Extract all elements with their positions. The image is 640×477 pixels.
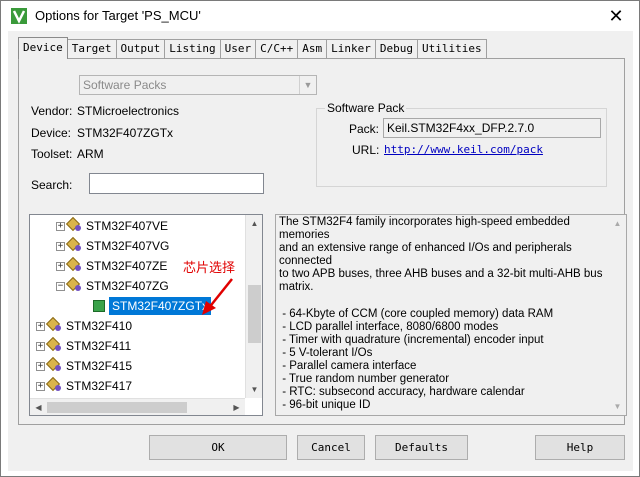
tree-item[interactable]: + STM32F411 <box>36 336 131 356</box>
device-database-combo[interactable]: Software Packs ▼ <box>79 75 317 95</box>
window-title: Options for Target 'PS_MCU' <box>35 8 201 23</box>
annotation-arrow-icon <box>202 278 233 315</box>
tree-item-label: STM32F411 <box>66 339 132 353</box>
toolset-label: Toolset: <box>31 147 73 161</box>
tree-horizontal-scrollbar[interactable]: ◀ ▶ <box>30 398 245 415</box>
close-button[interactable]: ✕ <box>593 1 639 31</box>
expand-icon[interactable]: + <box>36 321 45 331</box>
scroll-down-icon[interactable]: ▼ <box>246 381 262 398</box>
title-bar[interactable]: Options for Target 'PS_MCU' ✕ <box>1 1 639 31</box>
collapse-icon[interactable]: − <box>56 281 65 291</box>
tree-vertical-scrollbar[interactable]: ▲ ▼ <box>245 215 262 398</box>
device-family-icon <box>65 256 83 273</box>
description-text: The STM32F4 family incorporates high-spe… <box>279 216 603 412</box>
options-dialog: Options for Target 'PS_MCU' ✕ Device Tar… <box>0 0 640 477</box>
scroll-up-icon[interactable]: ▲ <box>609 215 626 232</box>
device-family-icon <box>45 316 63 333</box>
keil-app-icon <box>11 8 27 24</box>
expand-icon[interactable]: + <box>56 241 65 251</box>
device-family-icon <box>65 276 83 293</box>
device-tab-panel: Software Packs ▼ Vendor: STMicroelectron… <box>18 58 627 425</box>
scroll-up-icon[interactable]: ▲ <box>246 215 262 232</box>
scroll-left-icon[interactable]: ◀ <box>30 399 47 415</box>
device-family-icon <box>45 336 63 353</box>
tab-debug[interactable]: Debug <box>374 39 418 59</box>
url-label: URL: <box>352 143 380 157</box>
tree-item-label: STM32F410 <box>66 319 133 333</box>
tree-item[interactable]: + STM32F417 <box>36 376 132 396</box>
tab-listing[interactable]: Listing <box>164 39 221 59</box>
tree-item-label: STM32F417 <box>66 379 133 393</box>
tree-item[interactable]: + STM32F410 <box>36 316 132 336</box>
dialog-client: Device Target Output Listing User C/C++ … <box>8 31 633 471</box>
tree-item-label: STM32F407ZGTx <box>109 297 212 315</box>
device-chip-icon <box>93 300 105 312</box>
device-value: STM32F407ZGTx <box>77 126 174 140</box>
device-family-icon <box>65 236 83 253</box>
expand-icon[interactable]: + <box>36 361 45 371</box>
annotation-label: 芯片选择 <box>183 261 236 276</box>
close-icon: ✕ <box>608 5 624 26</box>
tab-utilities[interactable]: Utilities <box>416 39 487 59</box>
tree-item-label: STM32F407ZE <box>86 259 168 273</box>
search-label: Search: <box>31 178 73 192</box>
device-family-icon <box>45 356 63 373</box>
scroll-down-icon[interactable]: ▼ <box>609 398 626 415</box>
vendor-value: STMicroelectronics <box>77 104 180 118</box>
tree-item[interactable]: + STM32F407ZE <box>56 256 167 276</box>
tab-target[interactable]: Target <box>66 39 117 59</box>
expand-icon[interactable]: + <box>36 341 45 351</box>
tree-item-label: STM32F407ZG <box>86 279 169 293</box>
tree-item-selected[interactable]: STM32F407ZGTx <box>93 296 212 316</box>
toolset-value: ARM <box>77 147 104 161</box>
combo-value: Software Packs <box>83 78 167 92</box>
cancel-button[interactable]: Cancel <box>297 435 365 460</box>
tab-strip: Device Target Output Listing User C/C++ … <box>18 37 487 59</box>
device-description: The STM32F4 family incorporates high-spe… <box>275 214 627 416</box>
device-label: Device: <box>31 126 72 140</box>
tree-item-label: STM32F407VG <box>86 239 170 253</box>
ok-button[interactable]: OK <box>149 435 287 460</box>
scroll-thumb[interactable] <box>47 402 187 413</box>
tree-item-label: STM32F407VE <box>86 219 169 233</box>
search-input[interactable] <box>89 173 264 194</box>
tab-c-cpp[interactable]: C/C++ <box>255 39 299 59</box>
tab-device[interactable]: Device <box>18 37 68 59</box>
description-scrollbar[interactable]: ▲ ▼ <box>609 215 626 415</box>
tab-user[interactable]: User <box>219 39 257 59</box>
expand-icon[interactable]: + <box>56 221 65 231</box>
software-pack-title: Software Pack <box>325 101 407 115</box>
chevron-down-icon[interactable]: ▼ <box>299 76 316 94</box>
scroll-right-icon[interactable]: ▶ <box>228 399 245 415</box>
tab-linker[interactable]: Linker <box>326 39 376 59</box>
tree-item[interactable]: + STM32F415 <box>36 356 132 376</box>
scroll-thumb[interactable] <box>248 285 261 343</box>
expand-icon[interactable]: + <box>36 381 45 391</box>
expand-icon[interactable]: + <box>56 261 65 271</box>
defaults-button[interactable]: Defaults <box>375 435 468 460</box>
tree-item[interactable]: + STM32F407VG <box>56 236 169 256</box>
vendor-label: Vendor: <box>31 104 73 118</box>
pack-field: Keil.STM32F4xx_DFP.2.7.0 <box>383 118 601 138</box>
tab-asm[interactable]: Asm <box>297 39 328 59</box>
device-family-icon <box>65 216 83 233</box>
pack-url-link[interactable]: http://www.keil.com/pack <box>384 143 543 156</box>
tree-item[interactable]: − STM32F407ZG <box>56 276 169 296</box>
help-button[interactable]: Help <box>535 435 625 460</box>
pack-label: Pack: <box>349 122 380 136</box>
tree-item[interactable]: + STM32F407VE <box>56 216 168 236</box>
tree-item-label: STM32F415 <box>66 359 133 373</box>
device-family-icon <box>45 376 63 393</box>
tab-output[interactable]: Output <box>115 39 166 59</box>
